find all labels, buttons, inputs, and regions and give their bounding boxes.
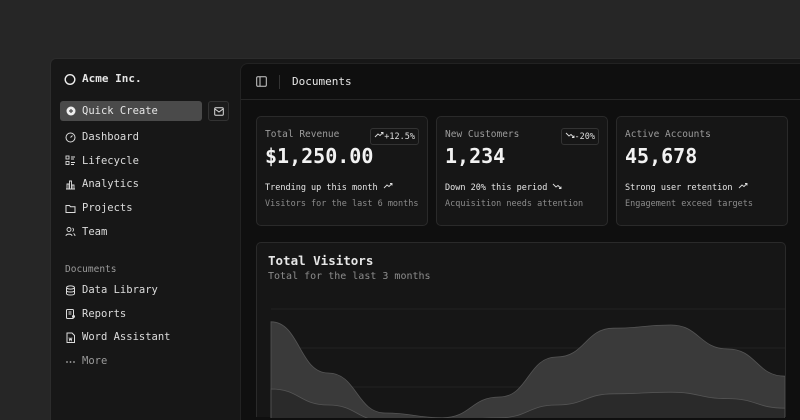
trend-down-icon bbox=[565, 132, 574, 138]
metric-card: Total Revenue +12.5% $1,250.00 Trending … bbox=[256, 116, 428, 226]
metric-trend-text: Trending up this month bbox=[265, 183, 378, 193]
metric-label: Active Accounts bbox=[625, 129, 711, 140]
trend-up-icon bbox=[374, 132, 384, 138]
sidebar-item-dashboard[interactable]: Dashboard bbox=[65, 131, 139, 143]
trend-badge: +12.5% bbox=[370, 128, 419, 145]
file-word-icon bbox=[66, 332, 75, 343]
sidebar-item-lifecycle[interactable]: Lifecycle bbox=[65, 155, 139, 167]
plus-circle-icon bbox=[66, 106, 76, 116]
trend-up-icon bbox=[383, 183, 393, 189]
sidebar-toggle-icon[interactable] bbox=[256, 76, 267, 87]
sidebar-item-team[interactable]: Team bbox=[65, 226, 107, 238]
metric-trend-text: Strong user retention bbox=[625, 183, 733, 193]
sidebar-item-word-assistant[interactable]: Word Assistant bbox=[65, 331, 171, 343]
sidebar-item-label: Dashboard bbox=[82, 131, 139, 143]
page-title: Documents bbox=[292, 75, 352, 88]
sidebar-item-analytics[interactable]: Analytics bbox=[65, 178, 139, 190]
chart-title: Total Visitors bbox=[268, 253, 374, 268]
sidebar-item-label: Reports bbox=[82, 307, 127, 320]
visitors-chart-card: Total Visitors Total for the last 3 mont… bbox=[256, 242, 786, 418]
sidebar-item-label: More bbox=[82, 355, 108, 368]
header: Documents bbox=[241, 64, 800, 100]
metric-card: Active Accounts 45,678 Strong user reten… bbox=[616, 116, 788, 226]
quick-create-label: Quick Create bbox=[82, 105, 158, 117]
metric-trend-text: Down 20% this period bbox=[445, 183, 548, 193]
badge-value: +12.5% bbox=[384, 132, 415, 142]
sidebar-item-label: Word Assistant bbox=[82, 331, 171, 344]
main-panel: Documents Total Revenue +12.5% $1,250.00… bbox=[240, 63, 800, 420]
divider bbox=[279, 74, 280, 89]
sidebar-item-label: Analytics bbox=[82, 178, 139, 191]
badge-value: -20% bbox=[574, 132, 595, 142]
sidebar-item-label: Lifecycle bbox=[82, 154, 139, 167]
metric-value: 1,234 bbox=[445, 144, 506, 168]
chart-subtitle: Total for the last 3 months bbox=[268, 271, 431, 282]
metric-note: Visitors for the last 6 months bbox=[265, 199, 419, 209]
metric-value: $1,250.00 bbox=[265, 144, 374, 168]
dots-icon bbox=[66, 360, 75, 363]
brand[interactable]: Acme Inc. bbox=[64, 72, 142, 85]
mail-icon bbox=[213, 106, 224, 116]
trend-down-icon bbox=[553, 183, 562, 189]
dashboard-icon bbox=[65, 132, 76, 142]
metric-note: Acquisition needs attention bbox=[445, 199, 584, 209]
report-icon bbox=[66, 309, 75, 320]
sidebar-item-projects[interactable]: Projects bbox=[65, 202, 133, 214]
users-icon bbox=[65, 227, 76, 237]
quick-create-button[interactable]: Quick Create bbox=[60, 101, 202, 121]
area-chart bbox=[270, 308, 785, 418]
sidebar-item-label: Projects bbox=[82, 202, 133, 215]
sidebar-item-reports[interactable]: Reports bbox=[65, 308, 126, 320]
chart-bar-icon bbox=[66, 180, 75, 190]
metric-card: New Customers -20% 1,234 Down 20% this p… bbox=[436, 116, 608, 226]
sidebar-item-more[interactable]: More bbox=[65, 355, 107, 367]
logo-icon bbox=[64, 73, 76, 85]
trend-up-icon bbox=[738, 183, 748, 189]
inbox-button[interactable] bbox=[208, 101, 229, 121]
database-icon bbox=[66, 284, 75, 295]
sidebar-item-label: Team bbox=[82, 225, 108, 238]
brand-name: Acme Inc. bbox=[82, 72, 142, 85]
sidebar-item-label: Data Library bbox=[82, 284, 158, 296]
metric-note: Engagement exceed targets bbox=[625, 199, 753, 209]
metric-value: 45,678 bbox=[625, 144, 698, 168]
documents-section-title: Documents bbox=[65, 264, 117, 275]
trend-badge: -20% bbox=[560, 128, 599, 145]
list-details-icon bbox=[65, 155, 75, 166]
sidebar-item-data-library[interactable]: Data Library bbox=[65, 284, 158, 296]
folder-icon bbox=[65, 204, 76, 213]
